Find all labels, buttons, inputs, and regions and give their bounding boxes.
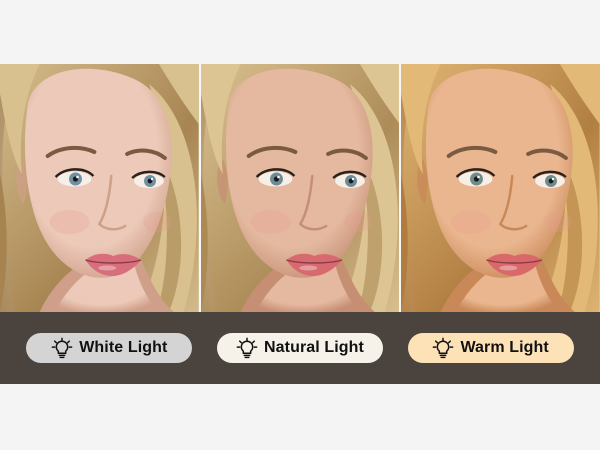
- portrait-white-light: [0, 64, 201, 312]
- warm-light-text: Warm Light: [460, 339, 549, 356]
- natural-light-text: Natural Light: [264, 339, 364, 356]
- comparison-photo-strip: [0, 64, 600, 312]
- lightbulb-icon: [51, 337, 73, 359]
- warm-light-label: Warm Light: [407, 333, 574, 363]
- white-light-text: White Light: [79, 339, 168, 356]
- portrait-natural-light: [200, 64, 402, 312]
- white-light-label: White Light: [26, 333, 193, 363]
- lightbulb-icon: [236, 337, 258, 359]
- natural-light-label: Natural Light: [216, 333, 383, 363]
- lightbulb-icon: [432, 337, 454, 359]
- light-mode-label-bar: White Light Natural Light Warm Light: [0, 312, 600, 384]
- portrait-warm-light: [401, 64, 600, 312]
